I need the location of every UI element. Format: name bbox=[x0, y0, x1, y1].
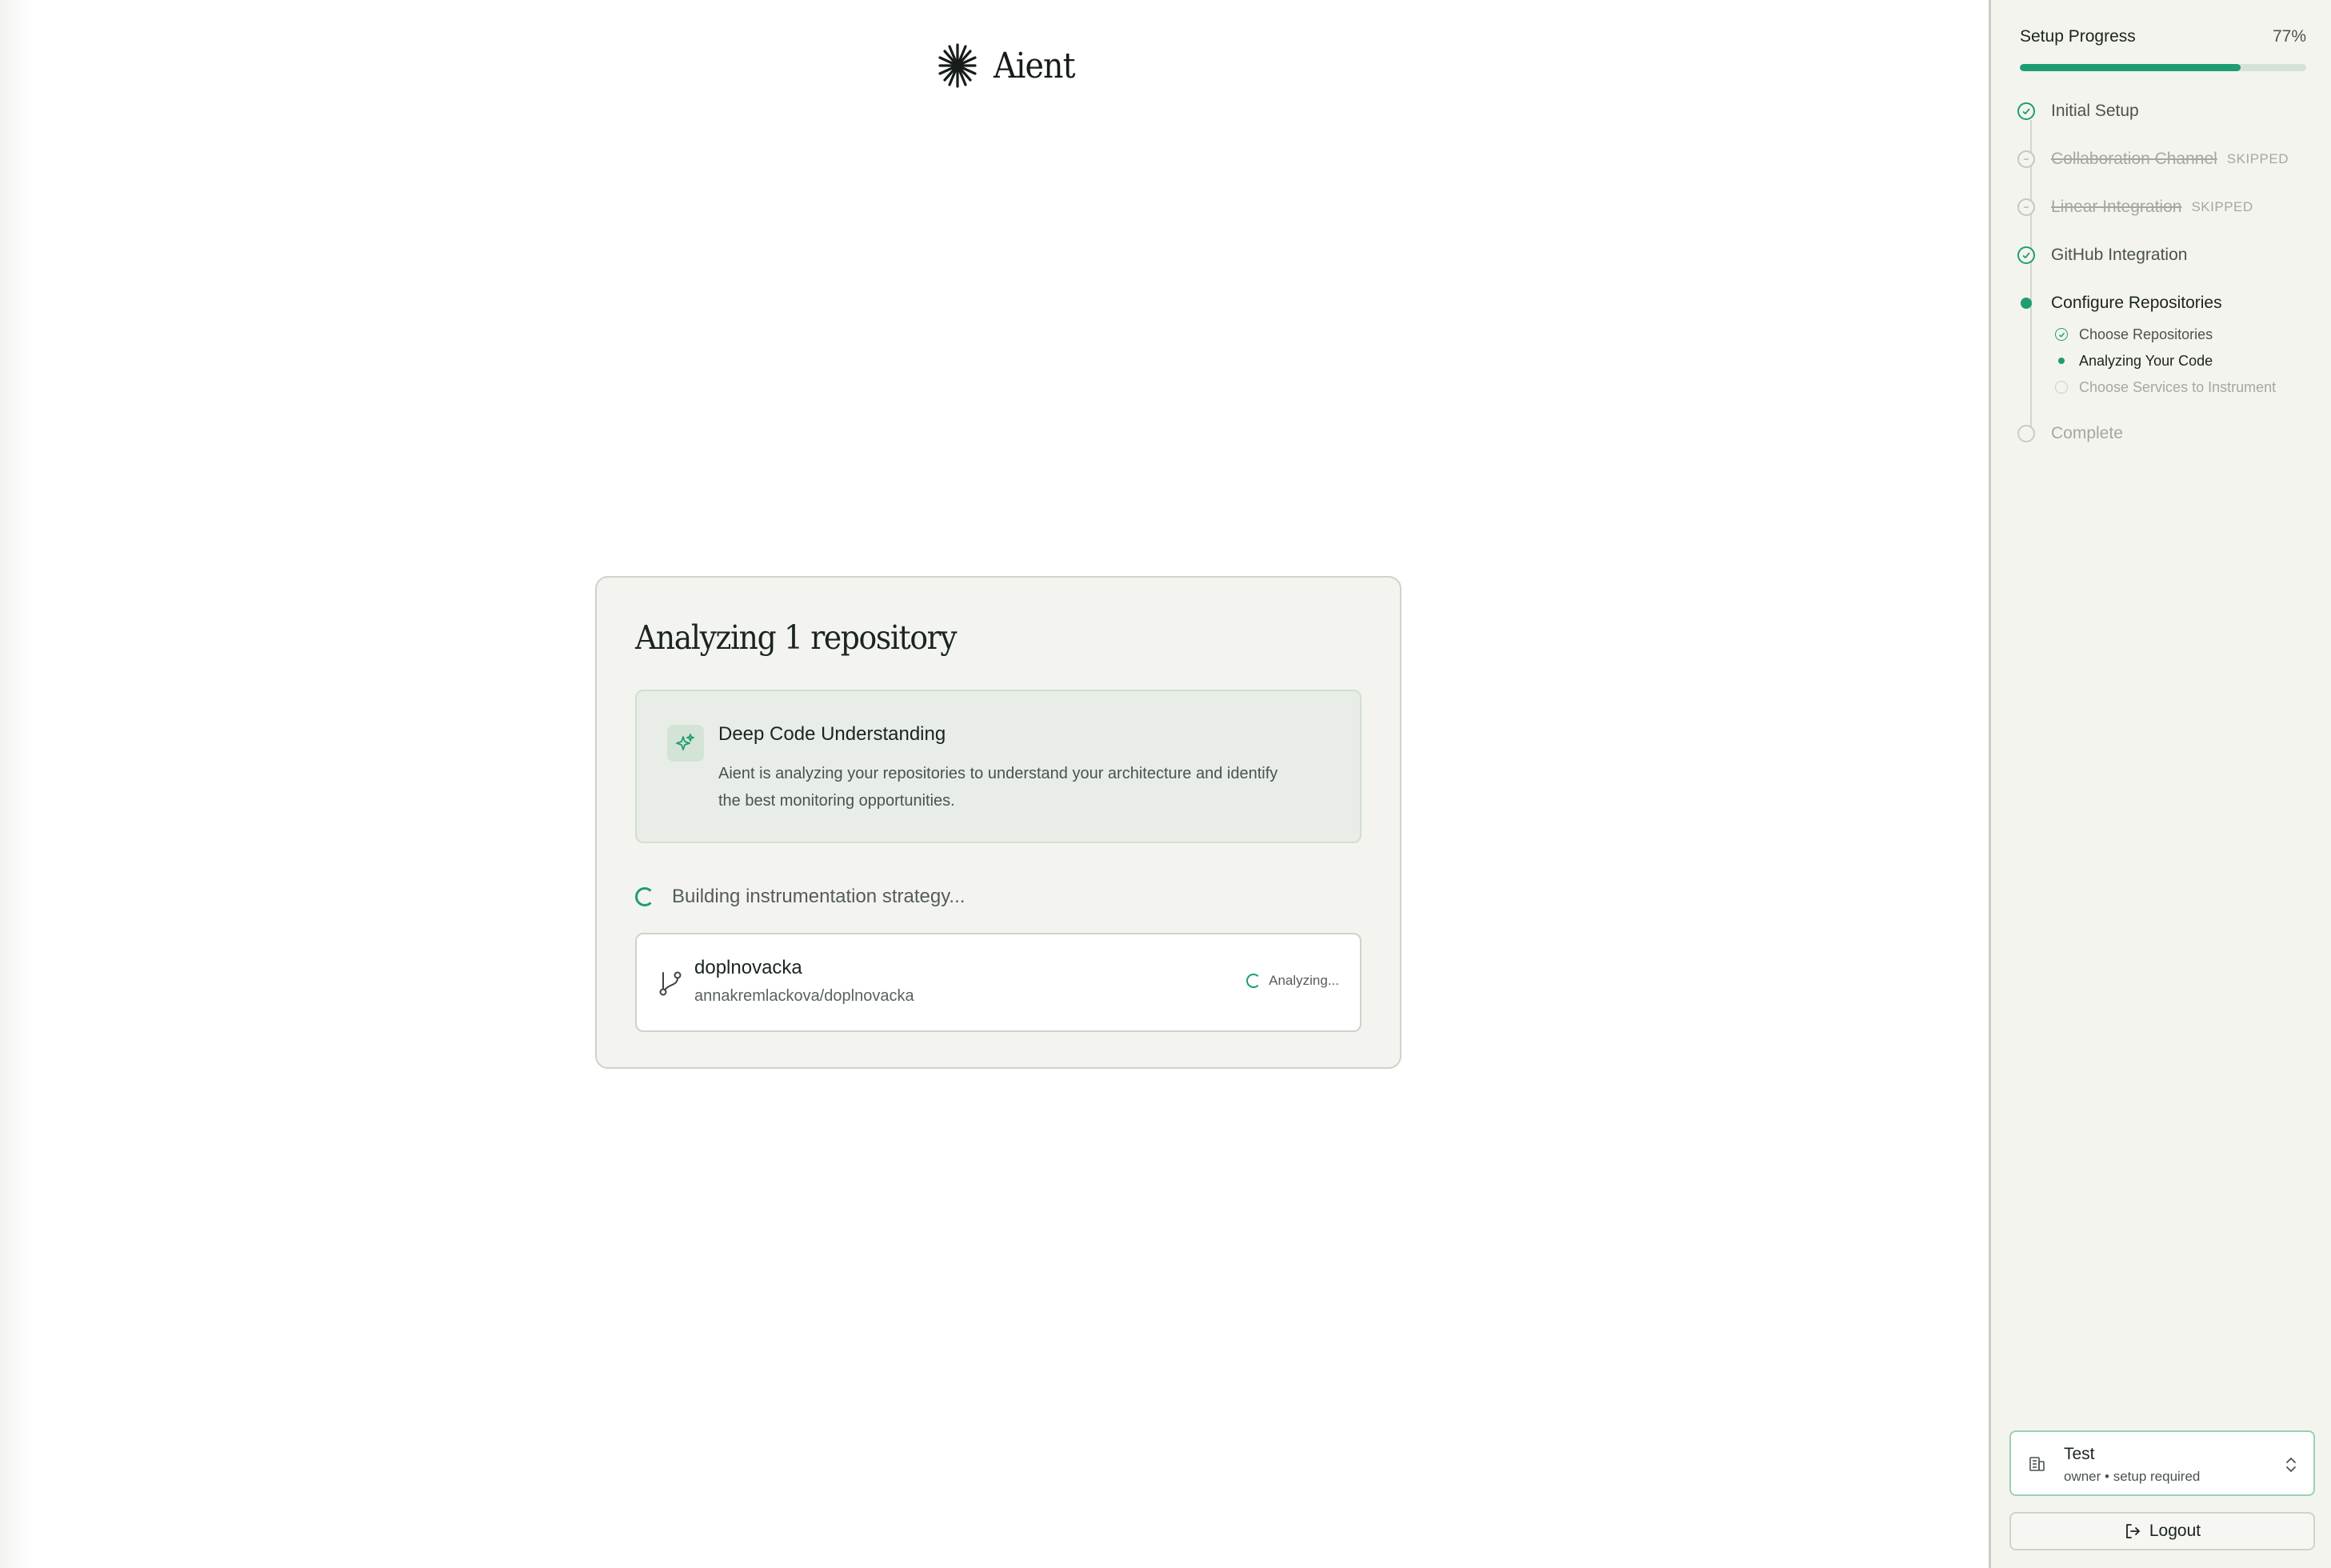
analysis-card: Analyzing 1 repository Deep Code Underst… bbox=[595, 576, 1401, 1069]
status-text: Building instrumentation strategy... bbox=[672, 886, 966, 907]
check-circle-icon bbox=[2055, 328, 2068, 341]
brand-logo: Aient bbox=[938, 42, 1084, 90]
repo-status-label: Analyzing... bbox=[1269, 973, 1339, 988]
step-collaboration-channel: Collaboration Channel SKIPPED bbox=[2017, 147, 2289, 171]
info-title: Deep Code Understanding bbox=[718, 723, 946, 745]
step-linear-integration: Linear Integration SKIPPED bbox=[2017, 195, 2253, 219]
check-circle-icon bbox=[2017, 102, 2035, 120]
progress-percent: 77% bbox=[2272, 27, 2306, 46]
step-label: Complete bbox=[2051, 424, 2123, 442]
main-area: Aient Analyzing 1 repository Deep Code U… bbox=[0, 0, 1989, 1568]
step-configure-repositories: Configure Repositories bbox=[2017, 291, 2222, 315]
logout-label: Logout bbox=[2149, 1522, 2201, 1540]
current-step-dot-icon bbox=[2021, 298, 2032, 309]
empty-circle-icon bbox=[2055, 381, 2068, 394]
substep-label: Analyzing Your Code bbox=[2079, 352, 2213, 369]
substep-label: Choose Services to Instrument bbox=[2079, 378, 2277, 395]
skipped-badge: SKIPPED bbox=[2191, 199, 2253, 214]
substep-analyzing-your-code: Analyzing Your Code bbox=[2055, 351, 2213, 370]
status-line: Building instrumentation strategy... bbox=[635, 885, 1361, 909]
sidebar-header: Setup Progress 77% bbox=[2020, 27, 2306, 46]
logout-button[interactable]: Logout bbox=[2009, 1512, 2315, 1550]
organization-name: Test bbox=[2064, 1445, 2095, 1463]
asterisk-logo-icon bbox=[938, 43, 977, 88]
step-complete: Complete bbox=[2017, 422, 2123, 446]
minus-circle-icon bbox=[2017, 198, 2035, 216]
info-description: Aient is analyzing your repositories to … bbox=[718, 765, 1278, 810]
check-circle-icon bbox=[2017, 246, 2035, 264]
logout-icon bbox=[2125, 1524, 2140, 1538]
repo-status: Analyzing... bbox=[1246, 973, 1339, 989]
step-label: Initial Setup bbox=[2051, 102, 2139, 120]
card-title: Analyzing 1 repository bbox=[635, 618, 958, 657]
progress-bar bbox=[2020, 64, 2306, 71]
organization-subtitle: owner • setup required bbox=[2064, 1469, 2201, 1484]
repo-full-name: annakremlackova/doplnovacka bbox=[694, 987, 914, 1005]
chevron-up-down-icon bbox=[2286, 1457, 2296, 1473]
repo-item: doplnovacka annakremlackova/doplnovacka … bbox=[635, 933, 1361, 1032]
sidebar-title: Setup Progress bbox=[2020, 27, 2136, 46]
building-icon bbox=[2029, 1457, 2045, 1471]
step-label: Linear Integration bbox=[2051, 198, 2182, 216]
git-branch-icon bbox=[659, 971, 682, 996]
organization-switcher[interactable]: Test owner • setup required bbox=[2009, 1430, 2315, 1496]
loading-spinner-icon bbox=[1246, 974, 1261, 988]
current-substep-dot-icon bbox=[2058, 358, 2065, 364]
setup-progress-sidebar: Setup Progress 77% bbox=[1989, 0, 2331, 1568]
step-label: GitHub Integration bbox=[2051, 246, 2188, 264]
minus-circle-icon bbox=[2017, 150, 2035, 168]
info-box: Deep Code Understanding Aient is analyzi… bbox=[635, 690, 1361, 843]
substep-label: Choose Repositories bbox=[2079, 326, 2213, 342]
loading-spinner-icon bbox=[635, 887, 654, 906]
step-initial-setup: Initial Setup bbox=[2017, 99, 2139, 123]
step-github-integration: GitHub Integration bbox=[2017, 243, 2187, 267]
step-label: Configure Repositories bbox=[2051, 294, 2222, 312]
skipped-badge: SKIPPED bbox=[2226, 151, 2289, 166]
repo-name: doplnovacka bbox=[694, 957, 802, 978]
empty-circle-icon bbox=[2017, 425, 2035, 442]
substep-choose-repositories: Choose Repositories bbox=[2055, 325, 2213, 344]
substep-choose-services: Choose Services to Instrument bbox=[2055, 378, 2276, 397]
progress-bar-fill bbox=[2020, 64, 2241, 71]
sparkles-icon bbox=[667, 725, 704, 762]
step-label: Collaboration Channel bbox=[2051, 150, 2217, 168]
brand-name: Aient bbox=[994, 45, 1076, 86]
